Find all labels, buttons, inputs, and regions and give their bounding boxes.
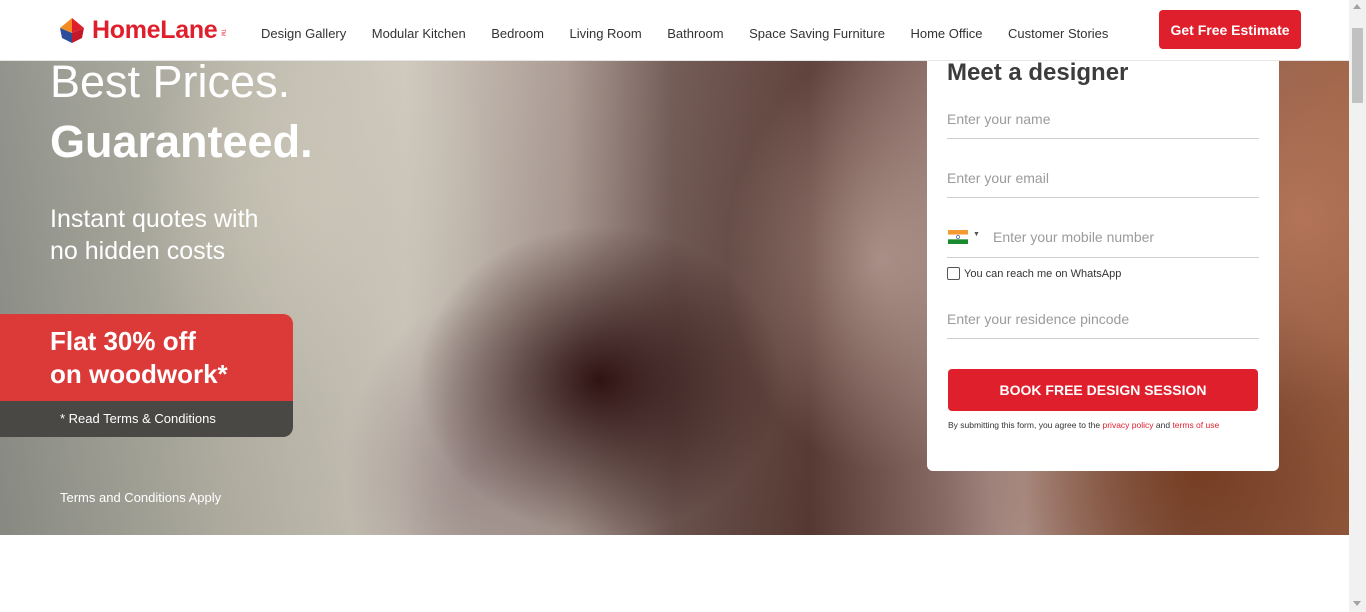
name-input[interactable] <box>947 99 1259 139</box>
scroll-thumb[interactable] <box>1352 28 1363 103</box>
nav-customer-stories[interactable]: Customer Stories <box>1008 26 1108 41</box>
country-dropdown-caret-icon[interactable]: ▼ <box>973 231 980 238</box>
scroll-up-arrow-icon[interactable] <box>1353 4 1361 9</box>
meet-designer-form: Meet a designer ▼ You can reach me on Wh… <box>927 40 1279 471</box>
hero-subheadline-line1: Instant quotes with <box>50 205 259 233</box>
terms-of-use-link[interactable]: terms of use <box>1172 420 1219 430</box>
nav-space-saving-furniture[interactable]: Space Saving Furniture <box>749 26 885 41</box>
logo-trademark: TM <box>219 29 226 37</box>
offer-line1: Flat 30% off <box>50 326 196 356</box>
page-scrollbar[interactable] <box>1349 0 1366 612</box>
whatsapp-checkbox[interactable] <box>947 267 960 280</box>
read-terms-link[interactable]: * Read Terms & Conditions <box>60 411 216 426</box>
phone-field-row: ▼ <box>947 217 1259 258</box>
nav-home-office[interactable]: Home Office <box>910 26 982 41</box>
whatsapp-consent-row: You can reach me on WhatsApp <box>947 267 1121 280</box>
form-disclaimer: By submitting this form, you agree to th… <box>948 420 1219 430</box>
book-free-design-session-button[interactable]: BOOK FREE DESIGN SESSION <box>948 369 1258 411</box>
nav-bedroom[interactable]: Bedroom <box>491 26 544 41</box>
pincode-input[interactable] <box>947 299 1259 339</box>
logo-house-icon <box>60 18 84 43</box>
homelane-logo[interactable]: HomeLane TM <box>58 15 225 45</box>
whatsapp-label: You can reach me on WhatsApp <box>964 267 1122 280</box>
mobile-number-input[interactable] <box>993 217 1259 257</box>
terms-apply-text: Terms and Conditions Apply <box>60 490 222 505</box>
main-nav: Design Gallery Modular Kitchen Bedroom L… <box>261 26 1134 41</box>
site-header: HomeLane TM Design Gallery Modular Kitch… <box>0 0 1349 61</box>
email-input[interactable] <box>947 158 1259 198</box>
offer-line2: on woodwork* <box>50 359 228 389</box>
offer-banner: Flat 30% off on woodwork* * Read Terms &… <box>0 314 293 437</box>
nav-design-gallery[interactable]: Design Gallery <box>261 26 346 41</box>
privacy-policy-link[interactable]: privacy policy <box>1103 420 1154 430</box>
nav-living-room[interactable]: Living Room <box>569 26 641 41</box>
offer-banner-bottom: * Read Terms & Conditions <box>0 401 293 437</box>
india-flag-icon[interactable] <box>948 230 968 244</box>
hero-subheadline-line2: no hidden costs <box>50 237 226 265</box>
nav-bathroom[interactable]: Bathroom <box>667 26 723 41</box>
hero-headline-line1: Best Prices. <box>50 56 291 107</box>
scroll-down-arrow-icon[interactable] <box>1353 601 1361 606</box>
get-free-estimate-button[interactable]: Get Free Estimate <box>1159 10 1301 49</box>
disclaimer-and: and <box>1153 420 1173 430</box>
hero-headline-line2: Guaranteed. <box>50 116 313 167</box>
offer-banner-top: Flat 30% off on woodwork* <box>0 314 293 401</box>
logo-text: HomeLane <box>92 15 218 44</box>
disclaimer-prefix: By submitting this form, you agree to th… <box>948 420 1103 430</box>
form-title: Meet a designer <box>947 59 1129 86</box>
nav-modular-kitchen[interactable]: Modular Kitchen <box>372 26 466 41</box>
